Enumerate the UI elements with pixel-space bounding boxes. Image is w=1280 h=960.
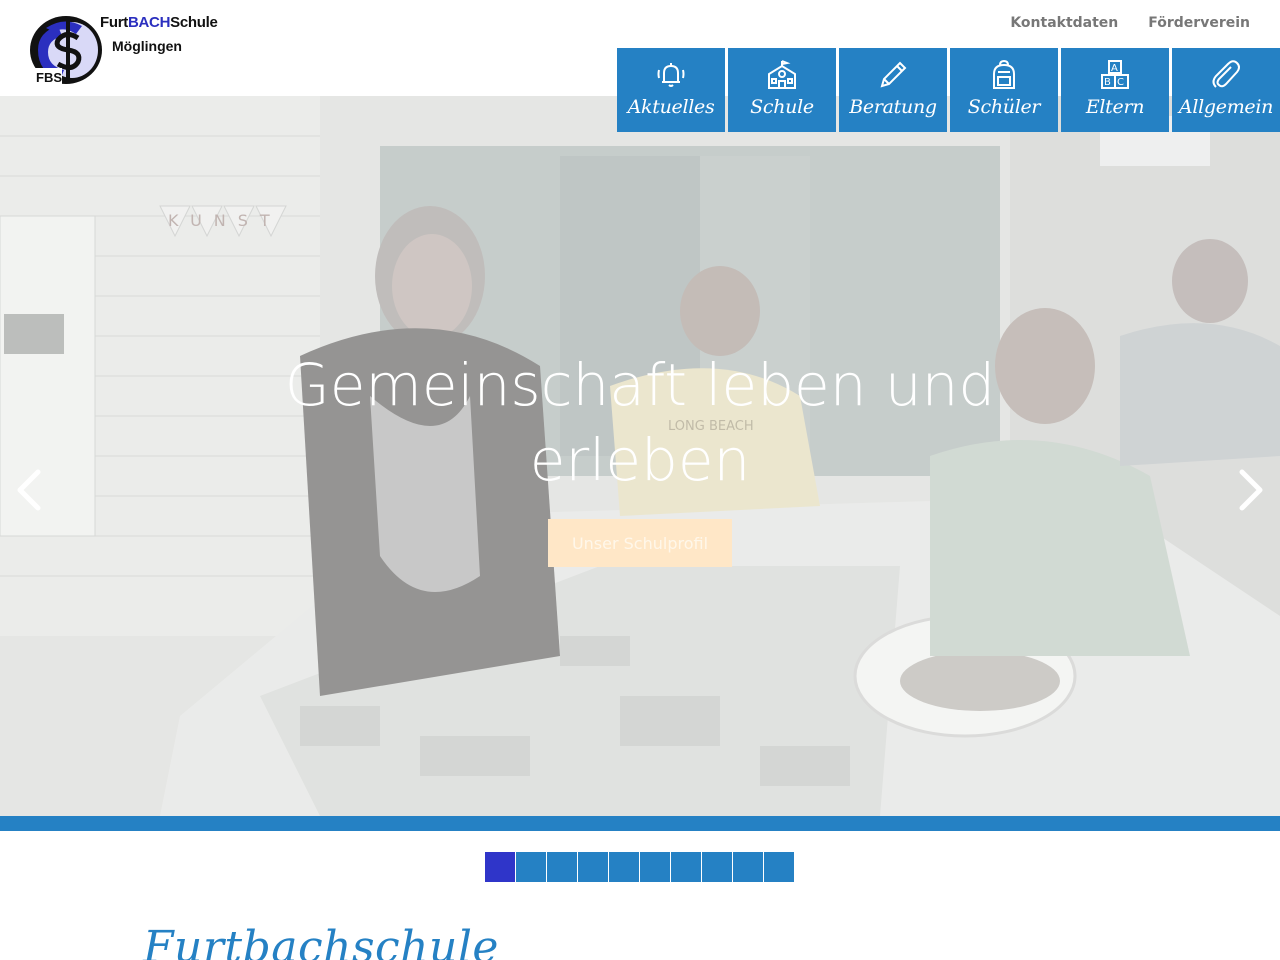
link-foerderverein[interactable]: Förderverein [1148,15,1250,31]
slider-dot-2[interactable] [516,852,546,882]
slider-dot-9[interactable] [733,852,763,882]
slider-dot-4[interactable] [578,852,608,882]
logo-mark-icon: FBS [30,16,102,85]
slider-dot-7[interactable] [671,852,701,882]
nav-item-beratung[interactable]: Beratung [839,48,947,132]
bell-icon [657,63,685,87]
slider-dot-1[interactable] [485,852,515,882]
nav-label: Schüler [967,96,1041,118]
logo-initials: FBS [36,70,62,85]
abc-blocks-icon: A B C [1101,60,1129,89]
slider-prev-arrow-icon[interactable] [14,468,44,512]
hero-title-line-2: erleben [529,426,751,494]
nav-item-schule[interactable]: Schule [728,48,836,132]
svg-text:B: B [1104,77,1111,88]
site-logo[interactable]: FBS FurtBACHSchule Möglingen [28,10,218,88]
logo-school-name: FurtBACHSchule [100,14,218,31]
section-title: Furtbachschule [143,922,499,960]
slider-dot-3[interactable] [547,852,577,882]
logo-name-prefix: Furt [100,14,128,31]
nav-item-schueler[interactable]: Schüler [950,48,1058,132]
backpack-icon [993,59,1015,89]
hero-slider: KUNST LONG BEACH Gemeinschaft leben und … [0,96,1280,816]
nav-item-aktuelles[interactable]: Aktuelles [617,48,725,132]
svg-text:C: C [1117,77,1124,88]
nav-label: Aktuelles [627,96,715,118]
nav-label: Schule [750,96,814,118]
nav-label: Eltern [1085,96,1145,118]
hero-bottom-bar [0,816,1280,831]
svg-text:A: A [1111,63,1118,74]
nav-label: Beratung [849,96,937,118]
nav-item-allgemein[interactable]: Allgemein [1172,48,1280,132]
logo-town: Möglingen [112,38,182,54]
slider-next-arrow-icon[interactable] [1236,468,1266,512]
schulprofil-button[interactable]: Unser Schulprofil [548,519,732,567]
nav-item-eltern[interactable]: A B C Eltern [1061,48,1169,132]
slider-pager [485,852,794,882]
slider-dot-10[interactable] [764,852,794,882]
page: FBS FurtBACHSchule Möglingen Kontaktdate… [0,0,1280,960]
school-icon [768,60,796,89]
slider-dot-5[interactable] [609,852,639,882]
logo-name-suffix: Schule [170,14,218,31]
slider-dot-6[interactable] [640,852,670,882]
pencil-icon [880,61,907,88]
hero-title-line-1: Gemeinschaft leben und [284,351,996,419]
main-nav: Aktuelles Schule Beratung Schüler A B C … [617,48,1280,132]
link-kontaktdaten[interactable]: Kontaktdaten [1010,15,1118,31]
logo-name-accent: BACH [127,14,171,31]
slider-dot-8[interactable] [702,852,732,882]
nav-label: Allgemein [1178,96,1274,118]
top-links: Kontaktdaten Förderverein [1010,15,1250,31]
paperclip-icon [1212,60,1240,88]
hero-title: Gemeinschaft leben und erleben [240,348,1040,498]
